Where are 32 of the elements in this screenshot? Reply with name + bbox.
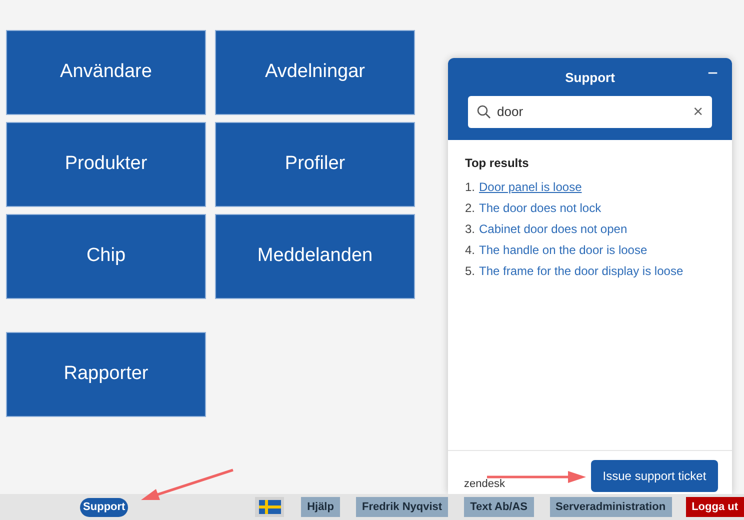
brand-text: zendesk bbox=[464, 476, 505, 492]
results-heading: Top results bbox=[465, 154, 530, 172]
menu-tile[interactable]: Chip bbox=[6, 214, 206, 299]
list-number: 4. bbox=[465, 242, 476, 259]
list-number: 1. bbox=[465, 179, 476, 196]
menu-tile[interactable]: Meddelanden bbox=[215, 214, 415, 299]
menu-tile[interactable]: Användare bbox=[6, 30, 206, 115]
support-button[interactable]: Support bbox=[80, 498, 128, 516]
search-field[interactable]: door × bbox=[468, 96, 712, 128]
toolbar-button[interactable]: Text Ab/AS bbox=[464, 497, 534, 517]
result-link[interactable]: The door does not lock bbox=[479, 199, 602, 217]
toolbar-button[interactable]: Fredrik Nyqvist bbox=[356, 497, 448, 517]
menu-tile[interactable]: Avdelningar bbox=[215, 30, 415, 115]
list-number: 2. bbox=[465, 200, 476, 217]
toolbar-button[interactable]: Hjälp bbox=[301, 497, 340, 517]
list-number: 5. bbox=[465, 263, 476, 280]
search-icon bbox=[477, 104, 491, 118]
issue-ticket-button[interactable]: Issue support ticket bbox=[591, 460, 718, 492]
result-link[interactable]: The frame for the door display is loose bbox=[479, 262, 684, 280]
result-link[interactable]: The handle on the door is loose bbox=[479, 241, 648, 259]
panel-title: Support bbox=[564, 69, 616, 87]
menu-tile[interactable]: Produkter bbox=[6, 122, 206, 207]
menu-tile[interactable]: Rapporter bbox=[6, 332, 206, 417]
logout-button[interactable]: Logga ut bbox=[686, 497, 744, 517]
clear-button[interactable]: × bbox=[693, 102, 703, 120]
result-link[interactable]: Cabinet door does not open bbox=[479, 220, 628, 238]
result-link[interactable]: Door panel is loose bbox=[479, 178, 582, 196]
menu-tile[interactable]: Profiler bbox=[215, 122, 415, 207]
swedish-flag-icon[interactable] bbox=[255, 497, 284, 517]
minimize-button[interactable]: − bbox=[707, 63, 718, 83]
list-number: 3. bbox=[465, 221, 476, 238]
toolbar-button[interactable]: Serveradministration bbox=[550, 497, 672, 517]
